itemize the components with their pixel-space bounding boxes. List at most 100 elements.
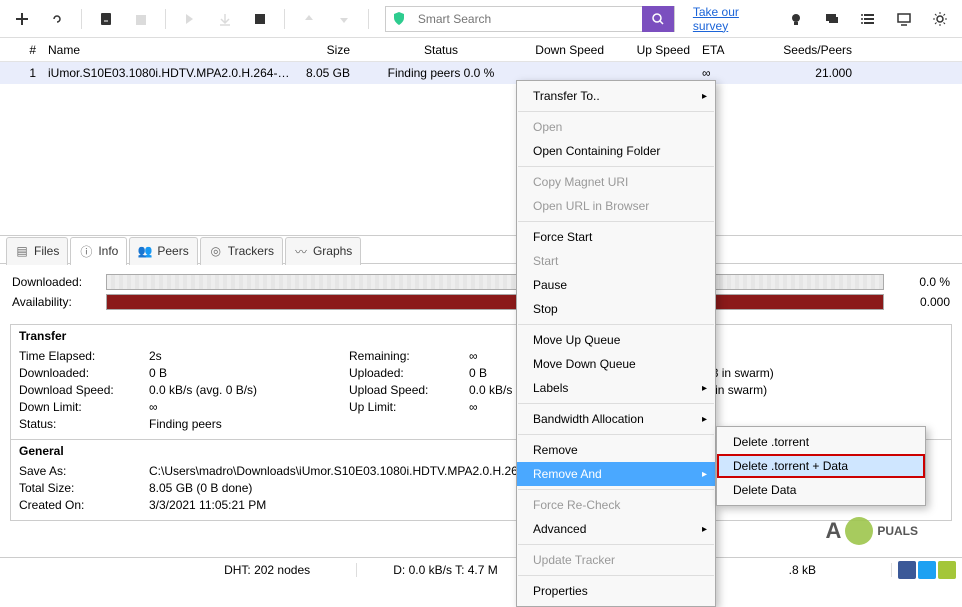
col-up[interactable]: Up Speed [610, 43, 696, 57]
col-name[interactable]: Name [42, 43, 296, 57]
row-eta: ∞ [696, 66, 758, 80]
new-torrent-button[interactable] [90, 4, 121, 34]
files-icon: ▤ [15, 244, 29, 258]
twitter-icon[interactable] [918, 561, 936, 579]
col-down[interactable]: Down Speed [526, 43, 610, 57]
downloaded-bar [106, 274, 884, 290]
saveas-label: Save As: [19, 464, 149, 478]
add-url-button[interactable] [41, 4, 72, 34]
row-name: iUmor.S10E03.1080i.HDTV.MPA2.0.H.264-pla… [42, 66, 296, 80]
row-size: 8.05 GB [296, 66, 356, 80]
ctx-sub-delete-torrent-data[interactable]: Delete .torrent + Data [717, 454, 925, 478]
tab-trackers-label: Trackers [228, 244, 274, 258]
ulspeed-label: Upload Speed: [349, 383, 469, 397]
ctx-copy-magnet-uri: Copy Magnet URI [517, 170, 715, 194]
info-icon: ⓘ [79, 244, 93, 258]
appuals-logo: APUALS [825, 517, 918, 545]
ctx-sub-delete-data[interactable]: Delete Data [717, 478, 925, 502]
transfer-title: Transfer [11, 325, 951, 347]
ctx-open-containing-folder[interactable]: Open Containing Folder [517, 139, 715, 163]
status-bar: DHT: 202 nodes D: 0.0 kB/s T: 4.7 M .8 k… [0, 557, 962, 581]
logo-text: PUALS [877, 524, 918, 538]
ctx-sub-delete-torrent[interactable]: Delete .torrent [717, 430, 925, 454]
tracker-icon: ◎ [209, 244, 223, 258]
main-toolbar: Take our survey [0, 0, 962, 38]
time-elapsed-value: 2s [149, 349, 349, 363]
downloaded-value: 0.0 % [892, 275, 950, 289]
col-num[interactable]: # [14, 43, 42, 57]
table-row[interactable]: 1 iUmor.S10E03.1080i.HDTV.MPA2.0.H.264-p… [0, 62, 962, 84]
time-elapsed-label: Time Elapsed: [19, 349, 149, 363]
tab-info[interactable]: ⓘ Info [70, 237, 127, 265]
shield-icon [386, 11, 412, 27]
col-seeds[interactable]: Seeds/Peers [758, 43, 858, 57]
createdon-label: Created On: [19, 498, 149, 512]
dlspeed-label: Download Speed: [19, 383, 149, 397]
remaining-label: Remaining: [349, 349, 469, 363]
stop-button[interactable] [245, 4, 276, 34]
col-size[interactable]: Size [296, 43, 356, 57]
ctx-remove-and[interactable]: Remove And▸ [517, 462, 715, 486]
uplimit-label: Up Limit: [349, 400, 469, 414]
chat-icon[interactable] [816, 4, 848, 34]
tab-peers[interactable]: 👥 Peers [129, 237, 197, 265]
ctx-move-down-queue[interactable]: Move Down Queue [517, 352, 715, 376]
availability-bar [106, 294, 884, 310]
availability-value: 0.000 [892, 295, 950, 309]
sb-rates: D: 0.0 kB/s T: 4.7 M [357, 563, 535, 577]
search-button[interactable] [642, 6, 674, 32]
ctx-transfer-to-[interactable]: Transfer To..▸ [517, 84, 715, 108]
row-num: 1 [14, 66, 42, 80]
settings-icon[interactable] [924, 4, 956, 34]
monitor-icon[interactable] [888, 4, 920, 34]
list-icon[interactable] [852, 4, 884, 34]
downloaded-label: Downloaded: [12, 275, 98, 289]
ctx-remove[interactable]: Remove [517, 438, 715, 462]
peers-icon: 👥 [138, 244, 152, 258]
graph-icon: 〰 [294, 244, 308, 258]
context-submenu-remove-and[interactable]: Delete .torrentDelete .torrent + DataDel… [716, 426, 926, 506]
status-stat-label: Status: [19, 417, 149, 431]
downloaded-stat-value: 0 B [149, 366, 349, 380]
totalsize-label: Total Size: [19, 481, 149, 495]
search-input[interactable] [412, 12, 642, 26]
detail-tabs: ▤Files ⓘ Info 👥 Peers ◎ Trackers 〰 Graphs [0, 236, 962, 264]
ctx-force-start[interactable]: Force Start [517, 225, 715, 249]
context-menu[interactable]: Transfer To..▸ OpenOpen Containing Folder… [516, 80, 716, 607]
tab-graphs-label: Graphs [313, 244, 352, 258]
move-up-button [293, 4, 324, 34]
ctx-properties[interactable]: Properties [517, 579, 715, 603]
ctx-open: Open [517, 115, 715, 139]
add-torrent-button[interactable] [6, 4, 37, 34]
row-seeds: 21.000 [758, 66, 858, 80]
info-progress-panel: Downloaded: 0.0 % Availability: 0.000 [0, 264, 962, 320]
ctx-move-up-queue[interactable]: Move Up Queue [517, 328, 715, 352]
tab-peers-label: Peers [157, 244, 188, 258]
tab-graphs[interactable]: 〰 Graphs [285, 237, 361, 265]
sb-u: .8 kB [714, 563, 892, 577]
row-status: Finding peers 0.0 % [356, 66, 526, 80]
facebook-icon[interactable] [898, 561, 916, 579]
search-box [385, 6, 675, 32]
tab-info-label: Info [98, 244, 118, 258]
logo-droid-icon [845, 517, 873, 545]
ctx-pause[interactable]: Pause [517, 273, 715, 297]
ctx-advanced[interactable]: Advanced▸ [517, 517, 715, 541]
bulb-icon[interactable] [780, 4, 812, 34]
uploaded-label: Uploaded: [349, 366, 469, 380]
move-down-button [328, 4, 359, 34]
col-status[interactable]: Status [356, 43, 526, 57]
ctx-bandwidth-allocation[interactable]: Bandwidth Allocation▸ [517, 407, 715, 431]
tab-files[interactable]: ▤Files [6, 237, 68, 265]
ctx-force-re-check: Force Re-Check [517, 493, 715, 517]
ctx-labels[interactable]: Labels▸ [517, 376, 715, 400]
col-eta[interactable]: ETA [696, 43, 758, 57]
ctx-update-tracker: Update Tracker [517, 548, 715, 572]
torrent-table-header: # Name Size Status Down Speed Up Speed E… [0, 38, 962, 62]
remove-toolbar-button[interactable] [125, 4, 156, 34]
android-icon[interactable] [938, 561, 956, 579]
tab-trackers[interactable]: ◎ Trackers [200, 237, 283, 265]
survey-link[interactable]: Take our survey [693, 5, 776, 33]
ctx-stop[interactable]: Stop [517, 297, 715, 321]
start-button [174, 4, 205, 34]
